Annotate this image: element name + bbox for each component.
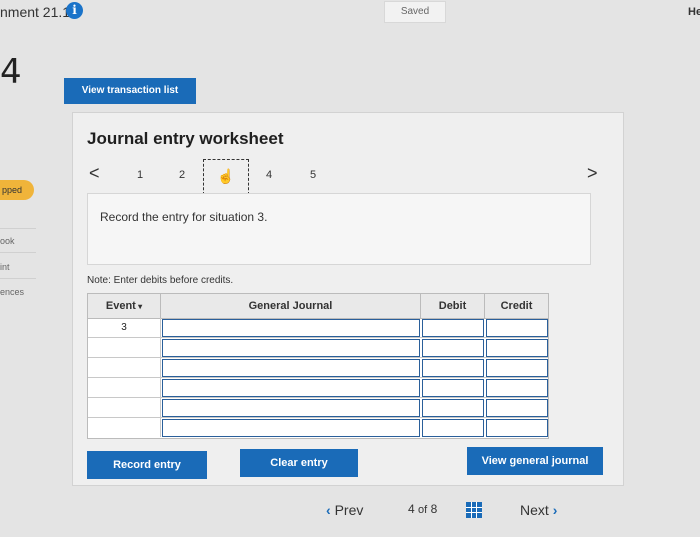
- sidebar-divider: [0, 228, 36, 229]
- debit-input[interactable]: [422, 339, 484, 357]
- sidebar-item-ebook[interactable]: ook: [0, 236, 15, 246]
- account-select[interactable]: [162, 419, 420, 437]
- column-header-event[interactable]: Event ▾: [88, 294, 161, 319]
- next-label: Next: [520, 502, 549, 518]
- account-select[interactable]: [162, 399, 420, 417]
- help-link[interactable]: He: [688, 6, 700, 18]
- column-header-general-journal: General Journal: [161, 294, 421, 319]
- credit-input[interactable]: [486, 339, 548, 357]
- account-select[interactable]: [162, 379, 420, 397]
- event-cell: [88, 338, 161, 357]
- credit-input[interactable]: [486, 359, 548, 377]
- account-select[interactable]: [162, 319, 420, 337]
- debit-input[interactable]: [422, 419, 484, 437]
- view-transaction-list-button[interactable]: View transaction list: [64, 78, 196, 104]
- event-cell: 3: [88, 318, 161, 337]
- column-header-debit: Debit: [421, 294, 485, 319]
- table-row: [88, 418, 548, 437]
- next-button[interactable]: Next ›: [520, 502, 557, 518]
- pager-page-2[interactable]: 2: [179, 169, 185, 181]
- chevron-left-icon: ‹: [326, 502, 331, 518]
- event-cell: [88, 398, 161, 417]
- saved-status: Saved: [384, 1, 446, 23]
- table-row: [88, 398, 548, 418]
- column-header-credit: Credit: [485, 294, 548, 319]
- credit-input[interactable]: [486, 319, 548, 337]
- info-icon[interactable]: i: [66, 2, 83, 19]
- worksheet-title: Journal entry worksheet: [87, 129, 284, 148]
- event-cell: [88, 358, 161, 377]
- journal-worksheet-panel: Journal entry worksheet < 1 2 ☝ 4 5 > Re…: [72, 112, 624, 486]
- pager-page-5[interactable]: 5: [310, 169, 316, 181]
- table-row: [88, 338, 548, 358]
- pager-prev-icon[interactable]: <: [89, 163, 100, 184]
- debit-input[interactable]: [422, 379, 484, 397]
- debit-input[interactable]: [422, 399, 484, 417]
- sidebar-item-skipped[interactable]: pped: [0, 180, 34, 200]
- page-total: 8: [430, 502, 438, 516]
- question-number: 4: [0, 52, 22, 92]
- assignment-title: nment 21.1: [0, 4, 71, 20]
- chevron-right-icon: ›: [552, 502, 558, 518]
- sidebar-item-references[interactable]: ences: [0, 287, 24, 297]
- debit-input[interactable]: [422, 359, 484, 377]
- prev-button[interactable]: ‹ Prev: [326, 502, 363, 518]
- record-entry-button[interactable]: Record entry: [87, 451, 207, 479]
- event-cell: [88, 378, 161, 397]
- account-select[interactable]: [162, 339, 420, 357]
- pager-page-4[interactable]: 4: [266, 169, 272, 181]
- credit-input[interactable]: [486, 399, 548, 417]
- pager-next-icon[interactable]: >: [587, 163, 598, 184]
- journal-table: Event ▾ General Journal Debit Credit 3: [87, 293, 549, 439]
- view-general-journal-button[interactable]: View general journal: [467, 447, 603, 475]
- page-of: of: [418, 504, 428, 516]
- credit-input[interactable]: [486, 419, 548, 437]
- sidebar-item-print[interactable]: int: [0, 262, 10, 272]
- page-current: 4: [408, 502, 415, 516]
- pager-page-current[interactable]: ☝: [203, 159, 249, 195]
- prev-label: Prev: [334, 502, 364, 518]
- grid-icon[interactable]: [466, 502, 482, 518]
- sidebar-divider: [0, 252, 36, 253]
- instruction-box: Record the entry for situation 3.: [87, 193, 591, 265]
- page-count: 4 of 8: [408, 502, 437, 516]
- instruction-text: Record the entry for situation 3.: [100, 210, 268, 224]
- credit-input[interactable]: [486, 379, 548, 397]
- note-text: Note: Enter debits before credits.: [87, 275, 234, 286]
- clear-entry-button[interactable]: Clear entry: [240, 449, 358, 477]
- event-cell: [88, 418, 161, 437]
- top-bar: nment 21.1 i Saved He: [0, 0, 700, 30]
- debit-input[interactable]: [422, 319, 484, 337]
- table-row: [88, 378, 548, 398]
- table-row: [88, 358, 548, 378]
- sidebar-divider: [0, 278, 36, 279]
- table-row: 3: [88, 318, 548, 338]
- pager-page-1[interactable]: 1: [137, 169, 143, 181]
- account-select[interactable]: [162, 359, 420, 377]
